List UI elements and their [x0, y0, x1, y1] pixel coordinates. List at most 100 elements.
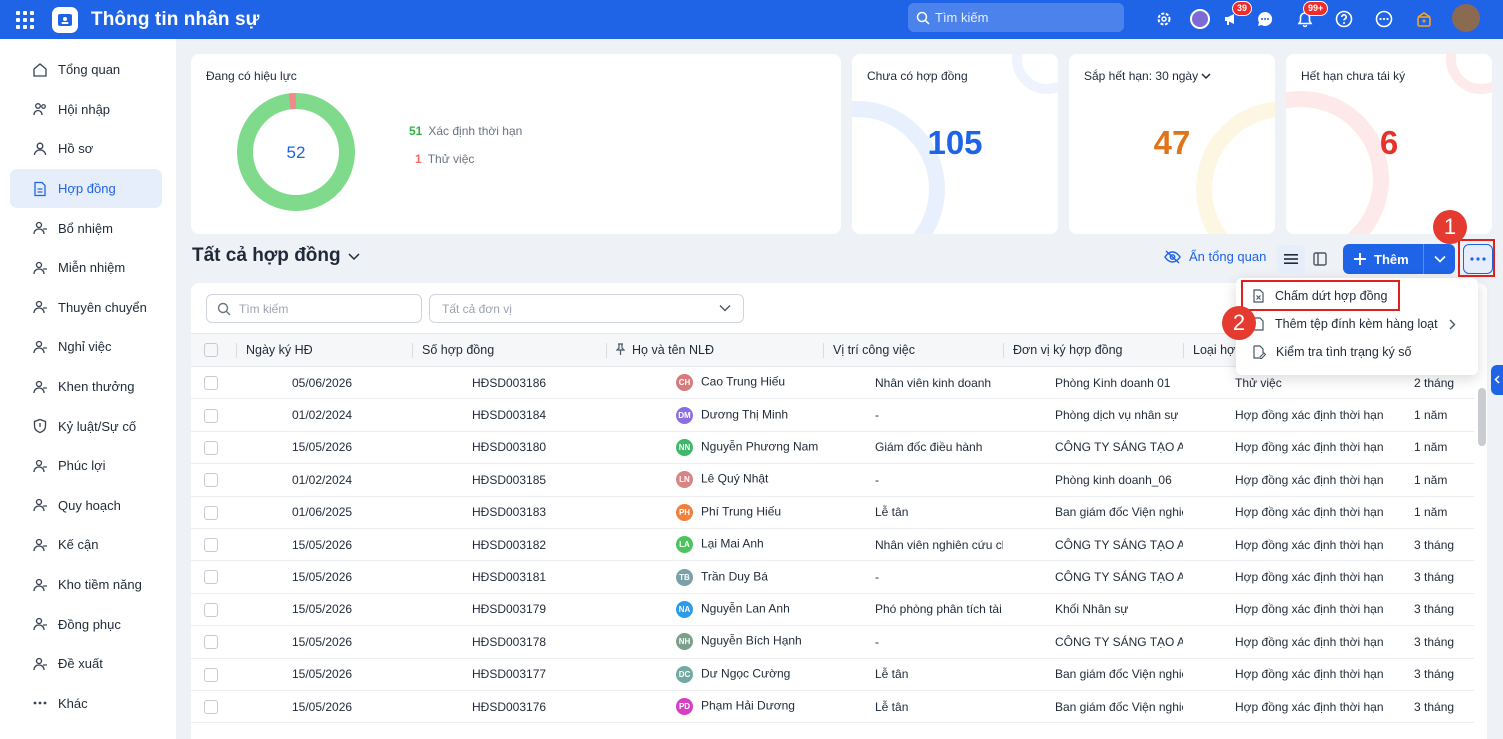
- row-checkbox[interactable]: [191, 560, 236, 594]
- cell-contract-number: HĐSD003186: [412, 366, 606, 400]
- assistant-avatar[interactable]: [1189, 8, 1211, 30]
- table-row[interactable]: 15/05/2026 HĐSD003178 NH Nguyễn Bích Hạnh - C…: [191, 625, 1474, 659]
- row-checkbox[interactable]: [191, 398, 236, 432]
- table-row[interactable]: 01/02/2024 HĐSD003185 LN Lê Quý Nhật - Phòng …: [191, 463, 1474, 497]
- employee-name: Nguyễn Lan Anh: [701, 601, 790, 616]
- expired-card[interactable]: Hết hạn chưa tái ký 6: [1286, 54, 1492, 234]
- row-checkbox[interactable]: [191, 463, 236, 497]
- table-row[interactable]: 15/05/2026 HĐSD003177 DC Dư Ngọc Cường Lễ tâ…: [191, 658, 1474, 691]
- add-dropdown-button[interactable]: [1424, 255, 1455, 263]
- effective-contracts-card[interactable]: Đang có hiệu lực 52 51 Xác định thời hạn …: [191, 54, 841, 234]
- megaphone-icon[interactable]: 39: [1220, 1, 1253, 30]
- add-button[interactable]: Thêm: [1343, 252, 1423, 267]
- row-checkbox[interactable]: [191, 528, 236, 562]
- more-apps-icon[interactable]: [1373, 8, 1395, 30]
- sidebar-item-1[interactable]: Hội nhập: [10, 90, 162, 130]
- user-plus-icon: [33, 222, 47, 235]
- help-icon[interactable]: [1333, 8, 1355, 30]
- cell-employee[interactable]: NH Nguyễn Bích Hạnh: [606, 625, 823, 659]
- table-row[interactable]: 15/05/2026 HĐSD003180 NN Nguyễn Phương Nam G…: [191, 431, 1474, 465]
- table-row[interactable]: 15/05/2026 HĐSD003179 NA Nguyễn Lan Anh Phó …: [191, 593, 1474, 627]
- col-employee-name[interactable]: Họ và tên NLĐ: [606, 333, 823, 367]
- col-contract-number[interactable]: Số hợp đồng: [412, 333, 606, 367]
- chat-icon[interactable]: [1254, 8, 1276, 30]
- sidebar-item-label: Hồ sơ: [58, 141, 94, 157]
- cell-contract-type: Hợp đồng xác định thời hạn: [1183, 690, 1388, 724]
- cell-contract-number: HĐSD003181: [412, 560, 606, 594]
- sidebar-item-8[interactable]: Khen thưởng: [10, 367, 162, 407]
- row-checkbox[interactable]: [191, 658, 236, 691]
- row-checkbox[interactable]: [191, 593, 236, 627]
- menu-item-bulk-attach[interactable]: Thêm tệp đính kèm hàng loạt: [1236, 310, 1478, 338]
- table-scrollbar[interactable]: [1478, 388, 1486, 446]
- unit-filter-select[interactable]: Tất cả đơn vị: [429, 294, 744, 323]
- cell-position: -: [823, 398, 1003, 432]
- no-contract-card[interactable]: Chưa có hợp đồng 105: [852, 54, 1058, 234]
- cell-contract-number: HĐSD003178: [412, 625, 606, 659]
- table-row[interactable]: 15/05/2026 HĐSD003176 PD Phạm Hải Dương Lễ t…: [191, 690, 1474, 724]
- cell-employee[interactable]: TB Trần Duy Bá: [606, 560, 823, 594]
- sidebar-item-9[interactable]: Kỷ luật/Sự cố: [10, 406, 162, 446]
- cell-employee[interactable]: LN Lê Quý Nhật: [606, 463, 823, 497]
- list-view-selector[interactable]: Tất cả hợp đồng: [192, 245, 360, 267]
- table-row[interactable]: 01/06/2025 HĐSD003183 PH Phí Trung Hiếu Lễ t…: [191, 496, 1474, 529]
- user-avatar[interactable]: [1452, 4, 1480, 32]
- expiring-period-select[interactable]: 30 ngày: [1155, 69, 1211, 83]
- sidebar-item-16[interactable]: Khác: [10, 684, 162, 724]
- global-search-placeholder: Tìm kiếm: [935, 10, 989, 25]
- sidebar-item-0[interactable]: Tổng quan: [10, 50, 162, 90]
- side-panel-toggle[interactable]: [1491, 365, 1503, 395]
- sidebar-item-6[interactable]: Thuyên chuyển: [10, 288, 162, 328]
- cell-employee[interactable]: PD Phạm Hải Dương: [606, 690, 823, 724]
- cell-employee[interactable]: PH Phí Trung Hiếu: [606, 496, 823, 529]
- global-search[interactable]: Tìm kiếm: [908, 3, 1124, 32]
- list-view-button[interactable]: [1277, 245, 1305, 273]
- table-row[interactable]: 15/05/2026 HĐSD003181 TB Trần Duy Bá - CÔNG T…: [191, 560, 1474, 594]
- sidebar-item-label: Quy hoạch: [58, 497, 121, 513]
- col-unit[interactable]: Đơn vị ký hợp đồng: [1003, 333, 1183, 367]
- select-all-checkbox[interactable]: [191, 333, 236, 367]
- sidebar-item-12[interactable]: Kế cận: [10, 525, 162, 565]
- row-checkbox[interactable]: [191, 366, 236, 400]
- cell-employee[interactable]: DC Dư Ngọc Cường: [606, 658, 823, 691]
- expiring-card[interactable]: Sắp hết hạn: 30 ngày 47: [1069, 54, 1275, 234]
- row-checkbox[interactable]: [191, 496, 236, 529]
- hide-overview-button[interactable]: Ẩn tổng quan: [1164, 249, 1266, 264]
- sidebar-item-3[interactable]: Hợp đồng: [10, 168, 162, 209]
- cell-employee[interactable]: LA Lại Mai Anh: [606, 528, 823, 562]
- sidebar-item-10[interactable]: Phúc lợi: [10, 446, 162, 486]
- row-checkbox[interactable]: [191, 625, 236, 659]
- sidebar-item-7[interactable]: Nghỉ việc: [10, 327, 162, 367]
- employee-name: Trần Duy Bá: [701, 569, 768, 584]
- step-marker-1: 1: [1433, 210, 1467, 244]
- sidebar-item-5[interactable]: Miễn nhiệm: [10, 248, 162, 288]
- cell-contract-type: Hợp đồng xác định thời hạn: [1183, 398, 1388, 432]
- step-marker-2: 2: [1222, 306, 1256, 340]
- cell-employee[interactable]: CH Cao Trung Hiếu: [606, 366, 823, 400]
- table-row[interactable]: 01/02/2024 HĐSD003184 DM Dương Thị Minh - Phò…: [191, 398, 1474, 432]
- row-checkbox[interactable]: [191, 690, 236, 724]
- bell-badge: 99+: [1303, 1, 1329, 16]
- cell-employee[interactable]: NN Nguyễn Phương Nam: [606, 431, 823, 465]
- sidebar-item-11[interactable]: Quy hoạch: [10, 486, 162, 526]
- col-sign-date[interactable]: Ngày ký HĐ: [236, 333, 412, 367]
- app-grid-icon[interactable]: [16, 10, 34, 29]
- sidebar-item-14[interactable]: Đồng phục: [10, 604, 162, 644]
- expiring-period-value: 30 ngày: [1155, 69, 1199, 83]
- settings-icon[interactable]: [1153, 8, 1175, 30]
- col-position[interactable]: Vị trí công việc: [823, 333, 1003, 367]
- sidebar-item-2[interactable]: Hồ sơ: [10, 129, 162, 169]
- bell-icon[interactable]: 99+: [1294, 1, 1329, 30]
- sidebar-item-15[interactable]: Đề xuất: [10, 644, 162, 684]
- sidebar-item-4[interactable]: Bổ nhiệm: [10, 208, 162, 248]
- cell-employee[interactable]: NA Nguyễn Lan Anh: [606, 593, 823, 627]
- gift-icon[interactable]: [1413, 8, 1435, 30]
- menu-item-check-signature[interactable]: Kiểm tra tình trạng ký số: [1236, 338, 1478, 366]
- split-view-button[interactable]: [1306, 245, 1334, 273]
- table-search-input[interactable]: Tìm kiếm: [206, 294, 422, 323]
- sidebar-item-13[interactable]: Kho tiềm năng: [10, 565, 162, 605]
- row-checkbox[interactable]: [191, 431, 236, 465]
- table-row[interactable]: 15/05/2026 HĐSD003182 LA Lại Mai Anh Nhân vi…: [191, 528, 1474, 562]
- employee-avatar: NA: [676, 600, 693, 618]
- cell-employee[interactable]: DM Dương Thị Minh: [606, 398, 823, 432]
